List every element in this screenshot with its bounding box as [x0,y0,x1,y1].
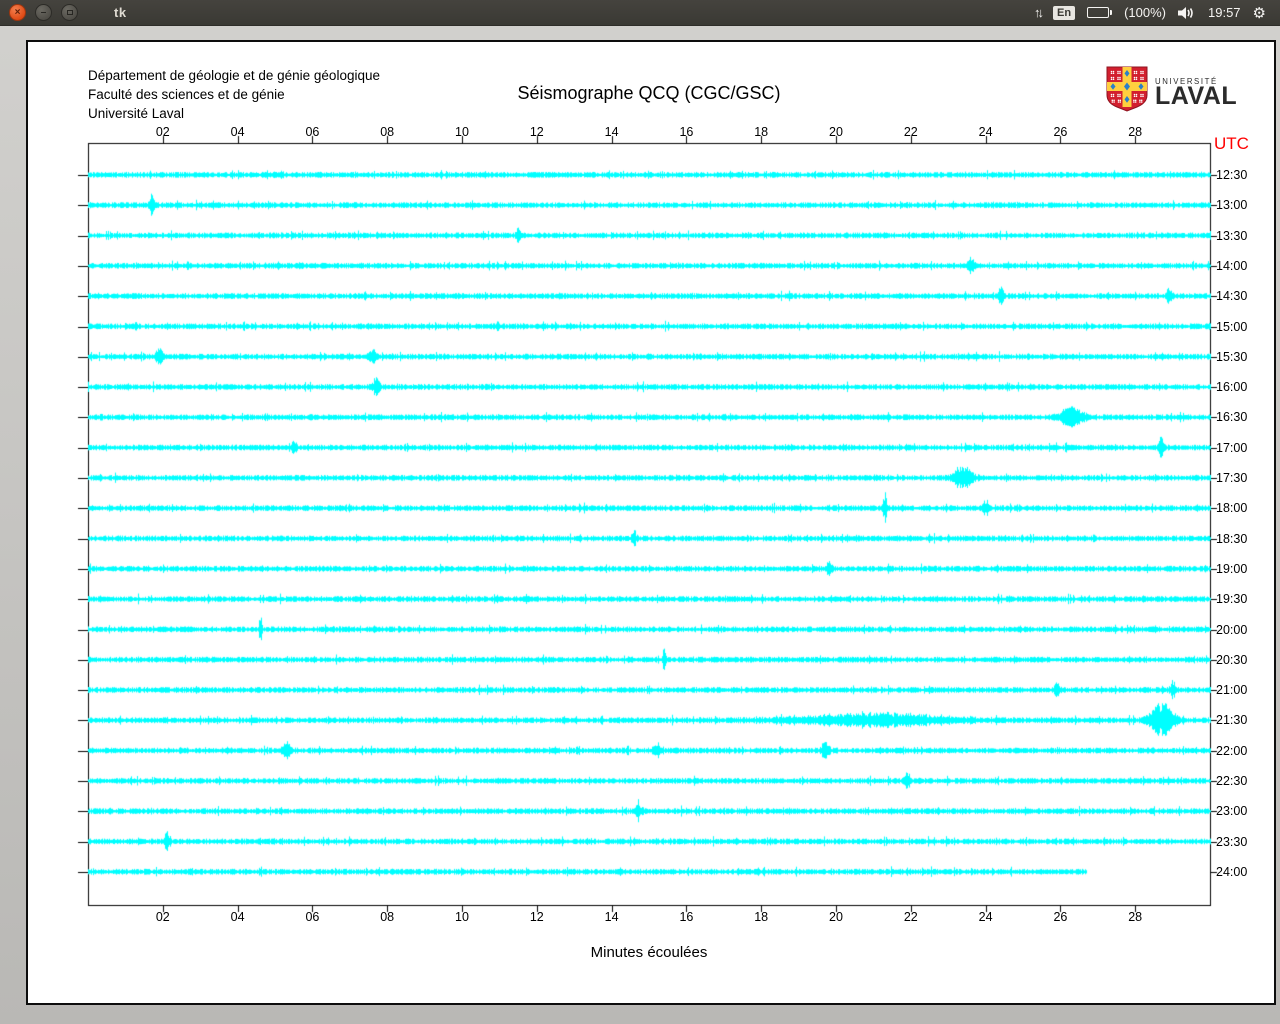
utc-time-label: 14:00 [1216,258,1248,273]
utc-time-label: 17:00 [1216,440,1248,455]
clock[interactable]: 19:57 [1208,5,1241,20]
minute-tick-label-top: 28 [1128,125,1143,139]
minimize-button[interactable]: – [35,4,52,21]
minute-tick-label-top: 26 [1053,125,1068,139]
utc-time-label: 19:00 [1216,561,1248,576]
minute-tick-label-top: 12 [529,125,544,139]
utc-time-label: 16:30 [1216,410,1248,425]
minute-tick-label-bottom: 10 [455,910,469,924]
minute-tick-label-bottom: 14 [604,910,619,924]
seismograph-plot [68,127,1230,922]
keyboard-layout-indicator[interactable]: En [1053,5,1076,20]
session-gear-icon[interactable]: ⚙ [1253,4,1266,22]
utc-time-label: 15:30 [1216,349,1248,364]
utc-time-label: 22:00 [1216,743,1248,758]
minute-tick-label-bottom: 24 [978,910,993,924]
utc-time-label: 16:00 [1216,380,1248,395]
utc-time-label: 18:30 [1216,531,1248,546]
maximize-icon [66,10,73,15]
utc-time-label: 21:00 [1216,683,1248,698]
page-title: Séismographe QCQ (CGC/GSC) [517,83,781,103]
volume-icon[interactable] [1178,6,1196,20]
minute-tick-label-top: 20 [829,125,843,139]
window-controls: × – [0,4,78,21]
minute-tick-label-bottom: 16 [679,910,694,924]
minute-tick-label-bottom: 20 [829,910,843,924]
utc-time-label: 15:00 [1216,319,1248,334]
minute-tick-label-bottom: 08 [380,910,395,924]
minute-tick-label-bottom: 02 [155,910,170,924]
minute-tick-label-top: 24 [978,125,993,139]
utc-time-label: 20:30 [1216,652,1248,667]
minute-tick-label-bottom: 18 [754,910,769,924]
utc-time-label: 20:00 [1216,622,1248,637]
network-icon[interactable]: ↑↓ [1034,5,1044,20]
utc-time-label: 23:00 [1216,804,1248,819]
utc-axis-title: UTC [1214,134,1249,153]
minute-tick-label-bottom: 06 [305,910,320,924]
minute-tick-label-top: 14 [604,125,619,139]
utc-time-label: 12:30 [1216,168,1248,182]
minute-tick-label-top: 02 [155,125,170,139]
minute-tick-label-top: 04 [230,125,245,139]
maximize-button[interactable] [61,4,78,21]
titlebar: × – tk ↑↓ En (100%) 19:57 ⚙ [0,0,1280,26]
logo-bottom-text: LAVAL [1155,81,1238,110]
tk-window: Département de géologie et de génie géol… [26,40,1276,1005]
utc-time-label: 18:00 [1216,501,1248,516]
utc-time-label: 19:30 [1216,592,1248,607]
utc-time-label: 22:30 [1216,774,1248,788]
close-button[interactable]: × [9,4,26,21]
desktop: { "titlebar": { "window_title": "tk", "c… [0,0,1280,1024]
minute-tick-label-top: 18 [754,125,769,139]
address-line-3: Université Laval [88,106,185,121]
battery-icon[interactable] [1087,7,1113,18]
utc-time-label: 24:00 [1216,864,1248,879]
battery-percent-label: (100%) [1124,5,1166,20]
laval-wordmark: UNIVERSITÉ LAVAL [1155,77,1238,110]
utc-time-label: 13:00 [1216,198,1248,213]
universite-laval-logo: UNIVERSITÉ LAVAL [1106,66,1237,117]
minute-tick-label-bottom: 28 [1128,910,1143,924]
x-axis-title: Minutes écoulées [590,944,708,961]
minute-tick-label-bottom: 26 [1053,910,1068,924]
minute-tick-label-bottom: 22 [903,910,918,924]
minute-tick-label-top: 22 [903,125,918,139]
minute-tick-label-top: 16 [679,125,694,139]
status-indicators: ↑↓ En (100%) 19:57 ⚙ [1034,4,1280,22]
utc-time-label: 21:30 [1216,713,1248,728]
laval-shield-icon [1106,66,1148,117]
minute-tick-label-top: 08 [380,125,395,139]
window-title: tk [114,5,127,20]
minute-tick-label-top: 06 [305,125,320,139]
utc-time-label: 23:30 [1216,834,1248,849]
minute-tick-label-top: 10 [455,125,469,139]
utc-time-label: 14:30 [1216,289,1248,304]
utc-time-label: 17:30 [1216,471,1248,485]
utc-time-label: 13:30 [1216,228,1248,243]
minute-tick-label-bottom: 04 [230,910,245,924]
minute-tick-label-bottom: 12 [529,910,544,924]
